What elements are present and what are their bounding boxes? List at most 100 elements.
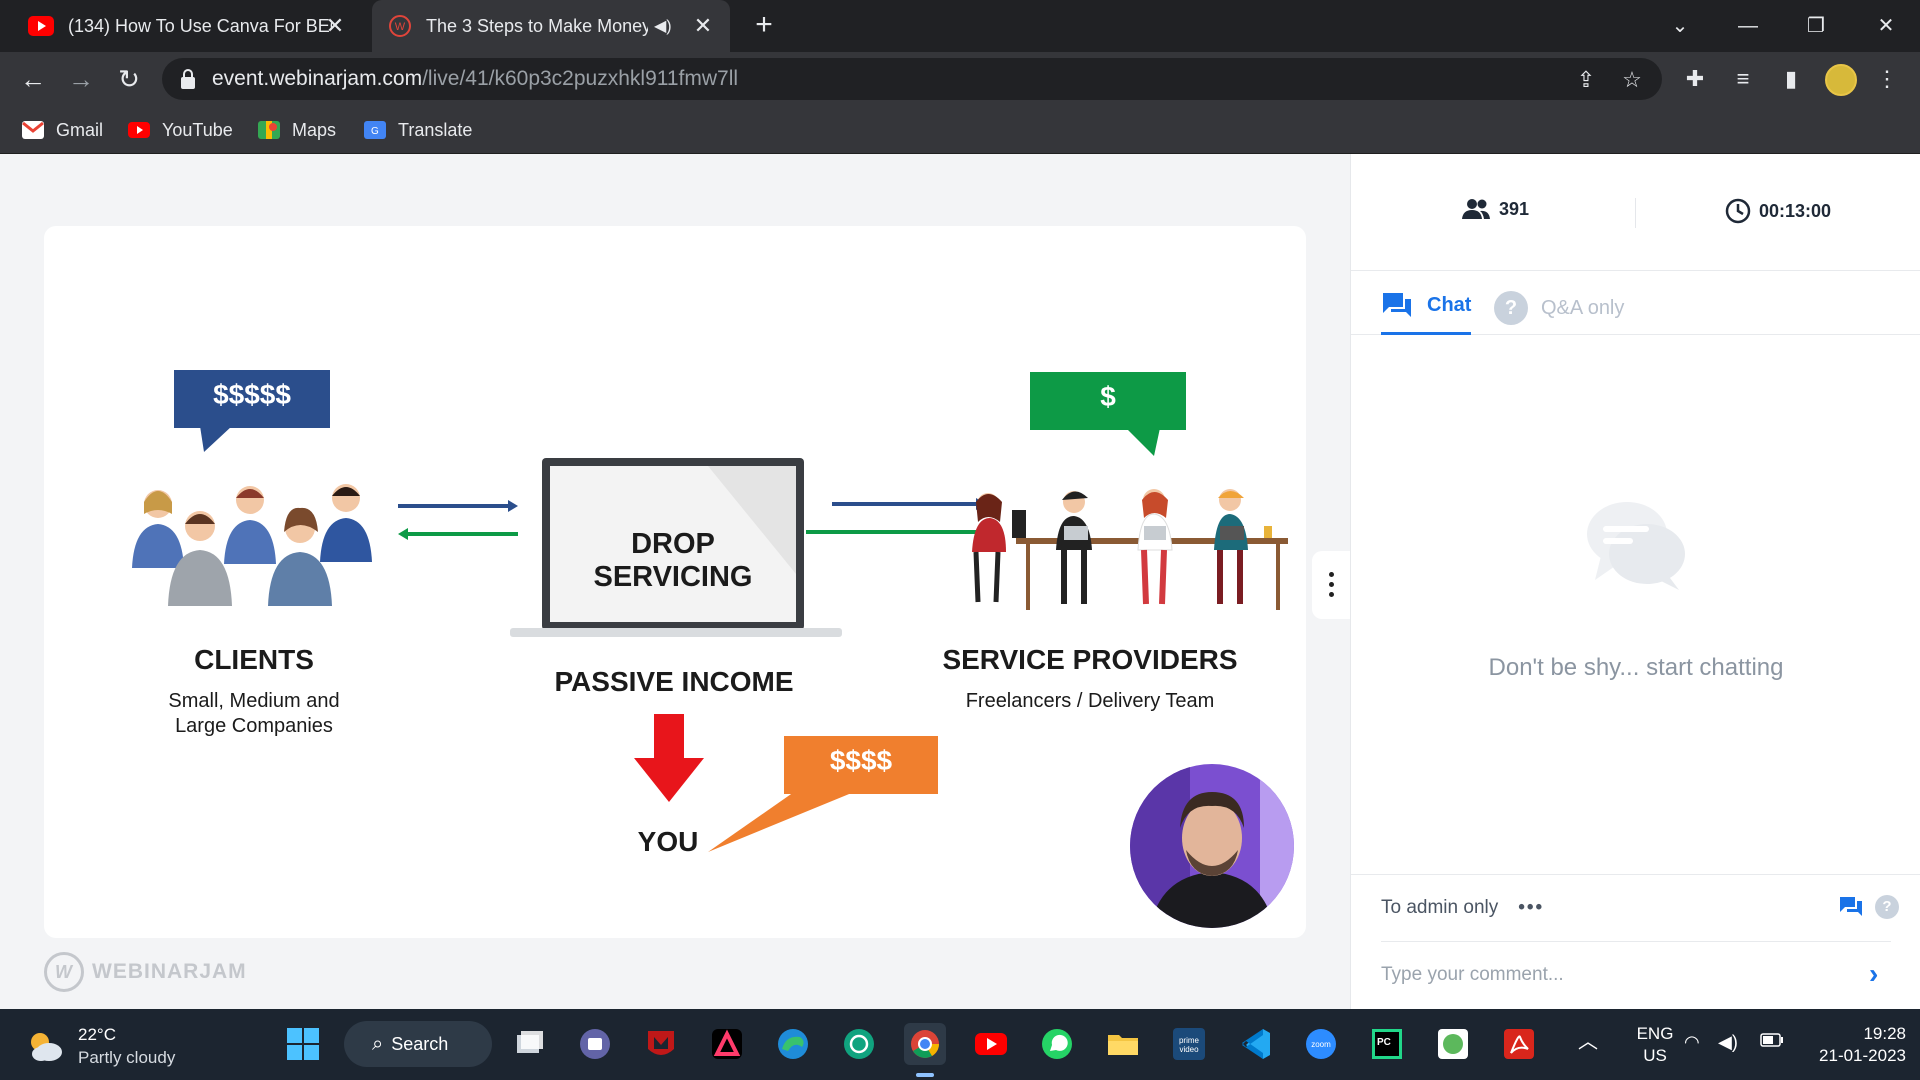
drop-servicing-label: DROP SERVICING <box>593 528 753 593</box>
webinarjam-logo-icon: W <box>44 952 84 992</box>
windows-taskbar: 22°C Partly cloudy ⌕ Search prime video z… <box>0 1009 1920 1080</box>
recipient-selector[interactable]: To admin only ••• <box>1381 897 1544 919</box>
close-window-button[interactable]: ✕ <box>1866 8 1906 44</box>
red-down-arrow <box>634 714 704 802</box>
translate-icon: G <box>364 121 386 139</box>
volume-icon[interactable]: ◀) <box>1718 1031 1738 1053</box>
question-icon: ? <box>1494 291 1528 325</box>
gmail-icon <box>22 121 44 139</box>
mcafee-icon[interactable] <box>640 1023 682 1065</box>
taskbar-search[interactable]: ⌕ Search <box>344 1021 492 1067</box>
file-explorer-icon[interactable] <box>1102 1023 1144 1065</box>
bookmark-youtube[interactable]: YouTube <box>128 116 233 144</box>
providers-price-text: $ <box>1100 381 1116 412</box>
webinar-page: $$$$$ $ DROP SERVICING CLIENTS Small, Me… <box>0 154 1920 1009</box>
bookmarks-bar: Gmail YouTube Maps G Translate <box>0 105 1920 154</box>
extensions-puzzle-icon[interactable]: ✚ <box>1678 62 1712 96</box>
new-tab-button[interactable]: + <box>748 10 780 42</box>
battery-icon[interactable] <box>1760 1031 1784 1053</box>
passive-income-title: PASSIVE INCOME <box>554 666 794 697</box>
windows-start-icon[interactable] <box>282 1023 324 1065</box>
webinar-timer: 00:13:00 <box>1725 198 1831 224</box>
clients-people-illustration <box>132 484 372 606</box>
tab-search-chevron-icon[interactable]: ⌄ <box>1660 8 1700 44</box>
input-language[interactable]: ENG US <box>1630 1023 1680 1067</box>
chat-composer: To admin only ••• ? › <box>1351 874 1920 1009</box>
you-label: YOU <box>637 826 699 857</box>
tab-title: The 3 Steps to Make Money <box>426 15 648 36</box>
clock-icon <box>1725 198 1751 224</box>
stats-divider <box>1635 198 1636 228</box>
bookmark-maps[interactable]: Maps <box>258 116 336 144</box>
sidebar-toggle-kebab[interactable] <box>1312 551 1350 619</box>
svg-text:video: video <box>1179 1045 1199 1054</box>
bookmark-star-icon[interactable]: ☆ <box>1618 66 1646 94</box>
tab-youtube-canva[interactable]: (134) How To Use Canva For BEGI ✕ <box>14 0 364 52</box>
clients-title: CLIENTS <box>194 644 314 675</box>
menu-kebab-icon[interactable]: ⋮ <box>1870 62 1904 96</box>
address-bar[interactable]: event.webinarjam.com/live/41/k60p3c2puzx… <box>162 58 1662 100</box>
providers-subtitle: Freelancers / Delivery Team <box>965 690 1215 712</box>
minimize-button[interactable]: — <box>1728 8 1768 44</box>
bookmark-gmail[interactable]: Gmail <box>22 116 103 144</box>
empty-chat-message: Don't be shy... start chatting <box>1488 654 1784 681</box>
task-view-icon[interactable] <box>508 1023 550 1065</box>
bookmark-translate[interactable]: G Translate <box>364 116 472 144</box>
composer-icons: ? <box>1839 895 1899 919</box>
tab-webinarjam[interactable]: W The 3 Steps to Make Money ◀) ✕ <box>372 0 730 52</box>
media-queue-icon[interactable]: ≡ <box>1726 62 1760 96</box>
profile-avatar[interactable] <box>1825 64 1857 96</box>
youtube-app-icon[interactable] <box>970 1023 1012 1065</box>
clock[interactable]: 19:28 21-01-2023 <box>1796 1023 1906 1067</box>
send-chevron-icon[interactable]: › <box>1869 959 1878 989</box>
vscode-icon[interactable] <box>1234 1023 1276 1065</box>
adobe-express-icon[interactable] <box>706 1023 748 1065</box>
acrobat-icon[interactable] <box>1498 1023 1540 1065</box>
tray-overflow-chevron-icon[interactable]: ︿ <box>1578 1031 1598 1053</box>
clients-subtitle-2: Large Companies <box>175 715 333 737</box>
close-icon[interactable]: ✕ <box>322 13 348 39</box>
tab-chat[interactable]: Chat <box>1381 291 1472 335</box>
svg-text:zoom: zoom <box>1311 1040 1331 1049</box>
youtube-icon <box>28 16 54 36</box>
share-icon[interactable]: ⇪ <box>1572 66 1600 94</box>
pycharm-icon[interactable]: PC <box>1366 1023 1408 1065</box>
side-panel-icon[interactable]: ▮ <box>1774 62 1808 96</box>
webinarjam-favicon-icon: W <box>389 15 411 37</box>
search-icon: ⌕ <box>372 1032 384 1055</box>
green-app-icon[interactable] <box>1432 1023 1474 1065</box>
you-price-text: $$$$ <box>829 745 893 776</box>
chrome-icon[interactable] <box>904 1023 946 1065</box>
active-app-indicator <box>916 1073 934 1077</box>
teams-chat-icon[interactable] <box>574 1023 616 1065</box>
wifi-icon[interactable]: ◠ <box>1684 1031 1700 1053</box>
speaker-icon[interactable]: ◀) <box>654 16 672 36</box>
chatgpt-icon[interactable] <box>838 1023 880 1065</box>
restore-button[interactable]: ❐ <box>1796 8 1836 44</box>
weather-condition: Partly cloudy <box>78 1048 176 1067</box>
edge-icon[interactable] <box>772 1023 814 1065</box>
whatsapp-icon[interactable] <box>1036 1023 1078 1065</box>
people-icon <box>1462 199 1490 219</box>
partly-cloudy-icon <box>31 1033 62 1061</box>
reload-button[interactable]: ↻ <box>112 62 146 96</box>
clients-price-text: $$$$$ <box>213 379 291 410</box>
weather-widget[interactable]: 22°C Partly cloudy <box>26 1023 175 1069</box>
back-button[interactable]: ← <box>16 62 50 96</box>
comment-input[interactable] <box>1381 957 1851 993</box>
more-options-icon[interactable]: ••• <box>1518 897 1544 919</box>
composer-divider <box>1381 941 1891 942</box>
tab-title: (134) How To Use Canva For BEGI <box>68 15 332 36</box>
empty-chat-illustration <box>1351 494 1920 599</box>
svg-text:W: W <box>395 21 406 33</box>
close-icon[interactable]: ✕ <box>690 13 716 39</box>
forward-button[interactable]: → <box>64 62 98 96</box>
prime-video-icon[interactable]: primevideo <box>1168 1023 1210 1065</box>
zoom-icon[interactable]: zoom <box>1300 1023 1342 1065</box>
tab-qa-only[interactable]: ? Q&A only <box>1494 291 1624 325</box>
chat-mode-icon[interactable] <box>1839 896 1863 918</box>
weather-temp: 22°C <box>78 1025 116 1044</box>
question-mode-icon[interactable]: ? <box>1875 895 1899 919</box>
chat-tabs: Chat ? Q&A only <box>1351 271 1920 335</box>
presenter-webcam-thumbnail <box>1130 764 1294 928</box>
